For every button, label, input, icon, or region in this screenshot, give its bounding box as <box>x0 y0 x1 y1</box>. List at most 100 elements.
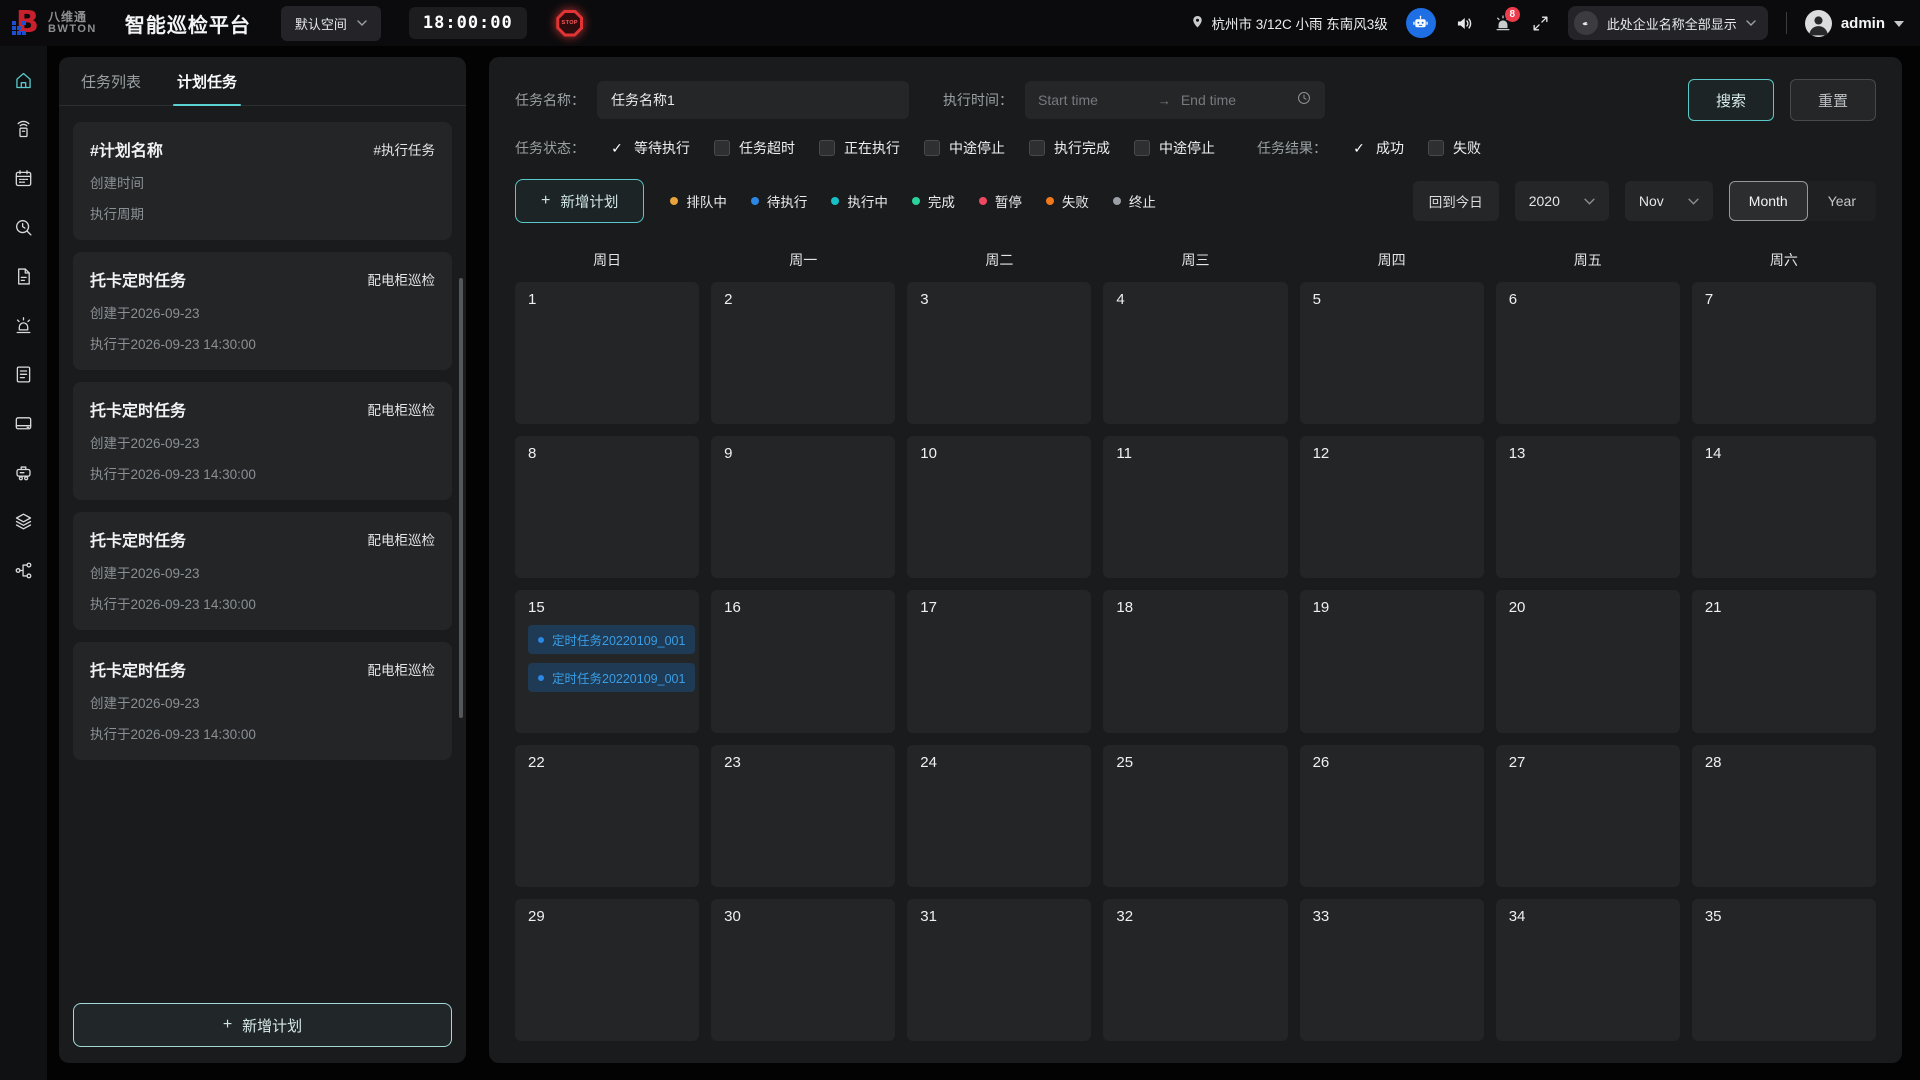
calendar-event[interactable]: 定时任务20220109_001 <box>528 625 695 654</box>
day-cell-2[interactable]: 2 <box>711 282 895 424</box>
view-toggle-month[interactable]: Month <box>1729 181 1808 221</box>
plan-card[interactable]: 托卡定时任务配电柜巡检创建于2026-09-23执行于2026-09-23 14… <box>73 382 452 500</box>
day-cell-34[interactable]: 34 <box>1496 899 1680 1041</box>
event-label: 定时任务20220109_001 <box>552 668 685 687</box>
reset-button[interactable]: 重置 <box>1790 79 1876 121</box>
sidebar-item-layers[interactable] <box>13 513 35 535</box>
day-cell-32[interactable]: 32 <box>1103 899 1287 1041</box>
plan-card-meta: 创建于2026-09-23 <box>90 432 435 452</box>
weather-text: 杭州市 3/12C 小雨 东南风3级 <box>1212 13 1388 33</box>
back-to-today-button[interactable]: 回到今日 <box>1413 181 1499 221</box>
result-checkbox-0[interactable]: ✓成功 <box>1351 138 1404 158</box>
weekday-label: 周四 <box>1300 242 1484 280</box>
status-checkbox-4[interactable]: 执行完成 <box>1029 138 1110 158</box>
day-cell-23[interactable]: 23 <box>711 745 895 887</box>
day-cell-4[interactable]: 4 <box>1103 282 1287 424</box>
status-checkbox-2[interactable]: 正在执行 <box>819 138 900 158</box>
day-cell-5[interactable]: 5 <box>1300 282 1484 424</box>
day-cell-27[interactable]: 27 <box>1496 745 1680 887</box>
day-cell-3[interactable]: 3 <box>907 282 1091 424</box>
day-cell-7[interactable]: 7 <box>1692 282 1876 424</box>
sidebar-item-robot[interactable] <box>13 464 35 486</box>
day-cell-18[interactable]: 18 <box>1103 590 1287 732</box>
legend-label: 失败 <box>1062 191 1089 211</box>
sidebar-item-device[interactable] <box>13 415 35 437</box>
plan-card[interactable]: 托卡定时任务配电柜巡检创建于2026-09-23执行于2026-09-23 14… <box>73 252 452 370</box>
checkbox-label: 等待执行 <box>634 138 690 158</box>
search-button[interactable]: 搜索 <box>1688 79 1774 121</box>
task-name-input[interactable] <box>597 81 909 119</box>
sidebar-item-report[interactable] <box>13 366 35 388</box>
legend-item: 终止 <box>1113 191 1156 211</box>
sidebar-item-document[interactable] <box>13 268 35 290</box>
day-cell-22[interactable]: 22 <box>515 745 699 887</box>
day-cell-17[interactable]: 17 <box>907 590 1091 732</box>
day-cell-24[interactable]: 24 <box>907 745 1091 887</box>
day-cell-28[interactable]: 28 <box>1692 745 1876 887</box>
day-number: 20 <box>1509 599 1667 616</box>
assistant-robot-button[interactable] <box>1406 8 1436 38</box>
chevron-down-icon <box>1584 198 1595 205</box>
day-cell-16[interactable]: 16 <box>711 590 895 732</box>
sidebar-item-calendar[interactable] <box>13 170 35 192</box>
day-cell-9[interactable]: 9 <box>711 436 895 578</box>
day-cell-30[interactable]: 30 <box>711 899 895 1041</box>
day-cell-20[interactable]: 20 <box>1496 590 1680 732</box>
day-cell-21[interactable]: 21 <box>1692 590 1876 732</box>
day-cell-14[interactable]: 14 <box>1692 436 1876 578</box>
day-cell-8[interactable]: 8 <box>515 436 699 578</box>
status-checkbox-0[interactable]: ✓等待执行 <box>609 138 690 158</box>
fullscreen-button[interactable] <box>1531 14 1550 33</box>
day-cell-33[interactable]: 33 <box>1300 899 1484 1041</box>
view-toggle-year[interactable]: Year <box>1808 181 1876 221</box>
sidebar-item-home[interactable] <box>13 72 35 94</box>
day-cell-26[interactable]: 26 <box>1300 745 1484 887</box>
divider <box>1786 12 1787 34</box>
day-number: 7 <box>1705 291 1863 308</box>
plan-card[interactable]: 托卡定时任务配电柜巡检创建于2026-09-23执行于2026-09-23 14… <box>73 642 452 760</box>
scrollbar[interactable] <box>459 278 463 718</box>
day-cell-12[interactable]: 12 <box>1300 436 1484 578</box>
plan-card[interactable]: 托卡定时任务配电柜巡检创建于2026-09-23执行于2026-09-23 14… <box>73 512 452 630</box>
checkbox-label: 失败 <box>1453 138 1481 158</box>
year-select[interactable]: 2020 <box>1515 181 1609 221</box>
day-cell-29[interactable]: 29 <box>515 899 699 1041</box>
add-plan-button[interactable]: + 新增计划 <box>515 179 644 223</box>
sound-button[interactable] <box>1454 13 1475 34</box>
add-plan-button-bottom[interactable]: + 新增计划 <box>73 1003 452 1047</box>
day-cell-31[interactable]: 31 <box>907 899 1091 1041</box>
day-cell-6[interactable]: 6 <box>1496 282 1680 424</box>
time-range-picker[interactable]: Start time → End time <box>1025 81 1325 119</box>
status-checkbox-3[interactable]: 中途停止 <box>924 138 1005 158</box>
month-select[interactable]: Nov <box>1625 181 1713 221</box>
task-status-label: 任务状态： <box>515 138 585 158</box>
tab-1[interactable]: 计划任务 <box>177 57 237 105</box>
tab-0[interactable]: 任务列表 <box>81 57 141 105</box>
user-menu[interactable]: admin <box>1805 10 1904 37</box>
day-cell-13[interactable]: 13 <box>1496 436 1680 578</box>
company-selector[interactable]: 此处企业名称全部显示 <box>1568 6 1768 40</box>
day-cell-19[interactable]: 19 <box>1300 590 1484 732</box>
plan-card[interactable]: #计划名称#执行任务创建时间执行周期 <box>73 122 452 240</box>
checkbox-label: 执行完成 <box>1054 138 1110 158</box>
calendar-event[interactable]: 定时任务20220109_001 <box>528 663 695 692</box>
plan-card-title: 托卡定时任务 <box>90 267 186 291</box>
status-checkbox-5[interactable]: 中途停止 <box>1134 138 1215 158</box>
day-cell-10[interactable]: 10 <box>907 436 1091 578</box>
sidebar-item-time-search[interactable] <box>13 219 35 241</box>
day-cell-15[interactable]: 15定时任务20220109_001定时任务20220109_001 <box>515 590 699 732</box>
task-name-label: 任务名称： <box>515 90 585 110</box>
sidebar-item-broadcast[interactable] <box>13 121 35 143</box>
sidebar-item-alarm[interactable] <box>13 317 35 339</box>
alarm-notifications-button[interactable]: 8 <box>1493 13 1513 33</box>
day-cell-25[interactable]: 25 <box>1103 745 1287 887</box>
sidebar-item-workflow[interactable] <box>13 562 35 584</box>
status-checkbox-1[interactable]: 任务超时 <box>714 138 795 158</box>
emergency-stop-button[interactable]: STOP <box>555 8 585 38</box>
day-cell-35[interactable]: 35 <box>1692 899 1876 1041</box>
day-cell-1[interactable]: 1 <box>515 282 699 424</box>
space-selector[interactable]: 默认空间 <box>281 6 381 41</box>
day-cell-11[interactable]: 11 <box>1103 436 1287 578</box>
day-number: 1 <box>528 291 686 308</box>
result-checkbox-1[interactable]: 失败 <box>1428 138 1481 158</box>
